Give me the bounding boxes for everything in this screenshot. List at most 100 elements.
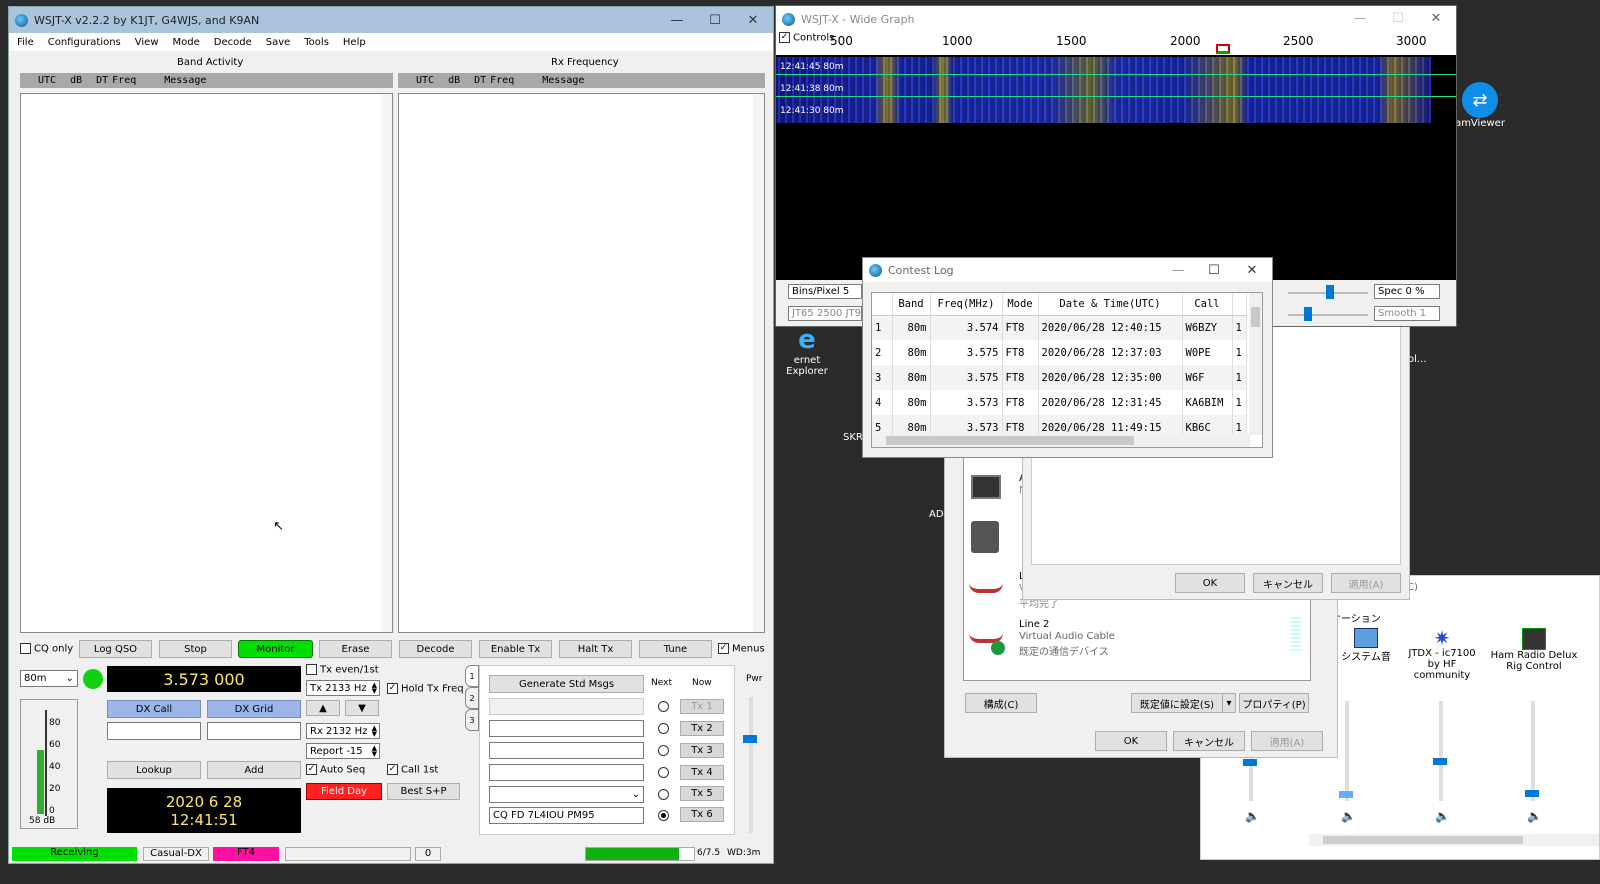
menu-mode[interactable]: Mode — [173, 37, 200, 48]
tx6-next-radio[interactable] — [658, 810, 669, 821]
tx1-message-input[interactable] — [489, 698, 644, 715]
column-header[interactable]: Band — [892, 293, 931, 316]
tx-freq-spinbox[interactable]: Tx 2133 Hz ▲ ▼ — [306, 680, 380, 696]
field-day-button[interactable]: Field Day — [306, 783, 382, 800]
enable-tx-button[interactable]: Enable Tx — [479, 640, 552, 658]
tx3-button[interactable]: Tx 3 — [680, 743, 724, 758]
rx-frequency-pane[interactable] — [398, 93, 765, 633]
dx-grid-button[interactable]: DX Grid — [207, 700, 301, 718]
close-button[interactable]: ✕ — [1234, 258, 1270, 282]
ie-desktop-icon[interactable]: e ernet Explorer — [772, 325, 842, 377]
tx4-message-input[interactable] — [489, 764, 644, 781]
call-1st-checkbox[interactable]: ✓ Call 1st — [387, 764, 438, 776]
gain-slider[interactable] — [1288, 285, 1368, 299]
monitor-button[interactable]: Monitor — [238, 640, 313, 658]
menu-tools[interactable]: Tools — [304, 37, 329, 48]
vertical-scrollbar[interactable] — [381, 94, 392, 632]
menu-decode[interactable]: Decode — [214, 37, 252, 48]
slider-thumb[interactable] — [1339, 791, 1353, 798]
tab-3[interactable]: 3 — [465, 709, 479, 731]
tx-even-checkbox[interactable]: Tx even/1st — [306, 664, 379, 676]
teamviewer-desktop-icon[interactable]: ⇄ amViewer — [1450, 82, 1510, 129]
table-row[interactable]: 2 80m 3.575 FT8 2020/06/28 12:37:03 W0PE… — [872, 340, 1247, 365]
slider-thumb[interactable] — [1326, 285, 1334, 299]
speaker-icon[interactable]: 🔈 — [1245, 809, 1260, 823]
speaker-muted-icon[interactable]: 🔈 — [1341, 809, 1356, 823]
tx3-message-input[interactable] — [489, 742, 644, 759]
set-default-dropdown[interactable]: ▾ — [1222, 693, 1236, 713]
column-header[interactable]: Call — [1182, 293, 1233, 316]
menu-help[interactable]: Help — [343, 37, 366, 48]
log-qso-button[interactable]: Log QSO — [79, 640, 152, 658]
dx-grid-input[interactable] — [207, 722, 301, 740]
auto-seq-checkbox[interactable]: ✓ Auto Seq — [306, 764, 365, 776]
dx-call-button[interactable]: DX Call — [107, 700, 201, 718]
table-row[interactable]: 4 80m 3.573 FT8 2020/06/28 12:31:45 KA6B… — [872, 390, 1247, 415]
mode-freq-field[interactable]: JT65 2500 JT9 — [788, 306, 862, 321]
stop-button[interactable]: Stop — [159, 640, 232, 658]
tune-button[interactable]: Tune — [639, 640, 712, 658]
mixer-hscrollbar[interactable] — [1309, 834, 1599, 846]
mixer-slider-2[interactable] — [1339, 701, 1353, 801]
rx-freq-spinbox[interactable]: Rx 2132 Hz ▲ ▼ — [306, 723, 380, 739]
tx6-button[interactable]: Tx 6 — [680, 807, 724, 822]
spin-arrows-icon[interactable]: ▲ ▼ — [372, 682, 377, 695]
tx5-next-radio[interactable] — [658, 789, 669, 800]
slider-thumb[interactable] — [1304, 307, 1312, 321]
best-sp-button[interactable]: Best S+P — [387, 783, 460, 800]
menu-view[interactable]: View — [135, 37, 159, 48]
dx-call-input[interactable] — [107, 722, 201, 740]
cancel-button[interactable]: キャンセル — [1173, 731, 1245, 751]
menu-configurations[interactable]: Configurations — [48, 37, 121, 48]
menus-checkbox[interactable]: ✓ Menus — [718, 643, 765, 655]
inner-apply-button[interactable]: 適用(A) — [1331, 573, 1401, 593]
configure-button[interactable]: 構成(C) — [965, 693, 1037, 713]
apply-button[interactable]: 適用(A) — [1251, 731, 1323, 751]
menu-file[interactable]: File — [17, 37, 34, 48]
vertical-scrollbar[interactable] — [1249, 293, 1262, 435]
controls-checkbox[interactable]: ✓ Controls — [779, 32, 834, 44]
tx4-button[interactable]: Tx 4 — [680, 765, 724, 780]
tx3-next-radio[interactable] — [658, 745, 669, 756]
inner-ok-button[interactable]: OK — [1175, 573, 1245, 593]
erase-button[interactable]: Erase — [319, 640, 392, 658]
slider-thumb[interactable] — [1433, 758, 1447, 765]
slider-thumb[interactable] — [743, 735, 757, 743]
column-header[interactable]: Mode — [1002, 293, 1039, 316]
smooth-spinbox[interactable]: Smooth 1 — [1374, 306, 1440, 321]
spin-arrows-icon[interactable]: ▲ ▼ — [372, 745, 377, 758]
zero-slider[interactable] — [1288, 307, 1368, 321]
tx1-button[interactable]: Tx 1 — [680, 699, 724, 714]
report-spinbox[interactable]: Report -15 ▲ ▼ — [306, 743, 380, 759]
tab-2[interactable]: 2 — [465, 687, 479, 709]
hold-tx-checkbox[interactable]: ✓ Hold Tx Freq — [387, 683, 464, 695]
set-default-button[interactable]: 既定値に設定(S) — [1131, 693, 1223, 713]
minimize-button[interactable]: — — [1160, 258, 1196, 282]
add-button[interactable]: Add — [207, 761, 301, 779]
column-header[interactable]: Date & Time(UTC) — [1038, 293, 1183, 316]
maximize-button[interactable]: ☐ — [697, 8, 733, 32]
band-activity-pane[interactable] — [20, 93, 393, 633]
tx5-button[interactable]: Tx 5 — [680, 786, 724, 801]
menu-save[interactable]: Save — [266, 37, 291, 48]
cq-only-checkbox[interactable]: CQ only — [20, 643, 73, 655]
tx4-next-radio[interactable] — [658, 767, 669, 778]
tab-1[interactable]: 1 — [465, 665, 479, 687]
horizontal-scrollbar[interactable] — [872, 434, 1250, 447]
slider-thumb[interactable] — [1525, 790, 1539, 797]
ok-button[interactable]: OK — [1095, 731, 1167, 751]
column-header[interactable]: Freq(MHz) — [930, 293, 1003, 316]
bins-per-pixel-spinbox[interactable]: Bins/Pixel 5 — [788, 284, 862, 299]
speaker-icon[interactable]: 🔈 — [1435, 809, 1450, 823]
tx1-next-radio[interactable] — [658, 701, 669, 712]
tx6-message-input[interactable]: CQ FD 7L4IOU PM95 — [489, 807, 644, 824]
tx5-message-select[interactable]: ⌄ — [489, 786, 644, 803]
properties-button[interactable]: プロパティ(P) — [1239, 693, 1309, 713]
maximize-button[interactable]: ☐ — [1380, 6, 1416, 30]
slider-thumb[interactable] — [1243, 759, 1257, 766]
decode-button[interactable]: Decode — [399, 640, 472, 658]
minimize-button[interactable]: — — [1342, 6, 1378, 30]
table-row[interactable]: 3 80m 3.575 FT8 2020/06/28 12:35:00 W6F … — [872, 365, 1247, 390]
generate-std-msgs-button[interactable]: Generate Std Msgs — [489, 675, 644, 693]
speaker-icon[interactable]: 🔈 — [1527, 809, 1542, 823]
